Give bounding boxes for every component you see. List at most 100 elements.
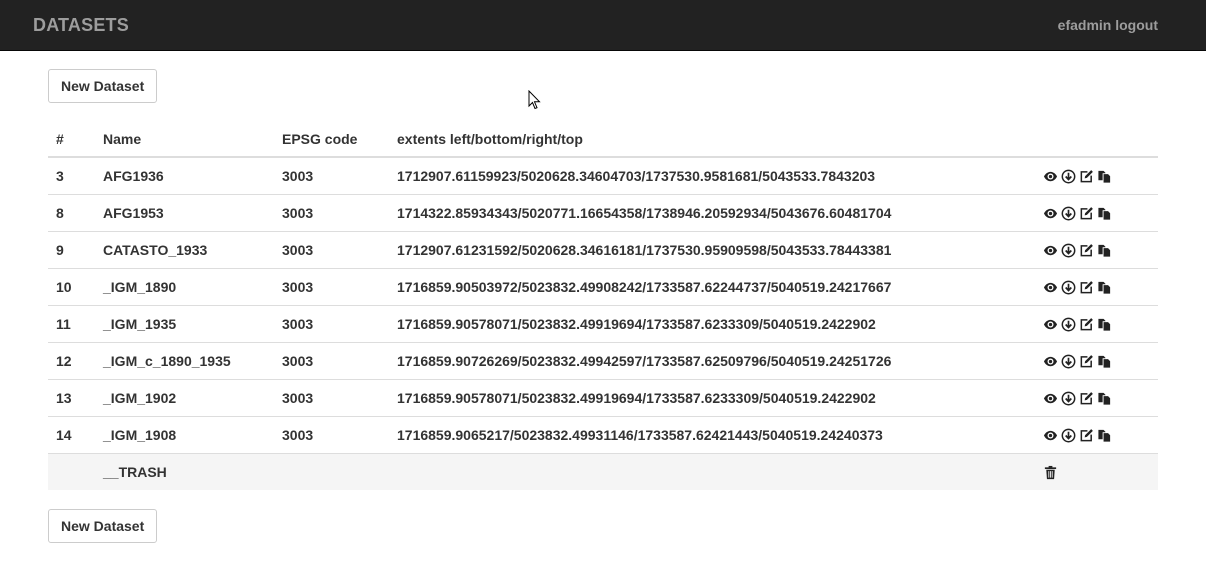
copy-icon[interactable] [1097,169,1112,184]
download-icon[interactable] [1061,317,1076,332]
cell-epsg: 3003 [274,416,389,454]
cell-name: _IGM_c_1890_1935 [95,342,274,380]
row-actions [1043,169,1150,184]
edit-icon[interactable] [1079,206,1094,221]
download-icon[interactable] [1061,169,1076,184]
edit-icon[interactable] [1079,169,1094,184]
download-icon[interactable] [1061,428,1076,443]
table-row: 11 _IGM_1935 3003 1716859.90578071/5023832.… [48,305,1158,343]
cell-epsg [274,453,389,490]
copy-icon[interactable] [1097,317,1112,332]
eye-icon[interactable] [1043,169,1058,184]
eye-icon[interactable] [1043,428,1058,443]
cell-actions [1035,416,1158,454]
table-row: 14 _IGM_1908 3003 1716859.9065217/5023832.4… [48,416,1158,454]
cell-actions [1035,379,1158,417]
new-dataset-button-top[interactable]: New Dataset [48,69,158,103]
cell-extents: 1716859.9065217/5023832.49931146/1733587… [389,416,1035,454]
header-epsg: EPSG code [274,121,389,158]
trash-row: __TRASH [48,453,1158,490]
download-icon[interactable] [1061,354,1076,369]
row-actions [1043,354,1150,369]
header-extents: extents left/bottom/right/top [389,121,1035,158]
trash-icon[interactable] [1043,465,1058,480]
cell-name: CATASTO_1933 [95,231,274,269]
username-link[interactable]: efadmin [1058,17,1112,33]
row-actions [1043,391,1150,406]
cell-id: 12 [48,342,95,380]
eye-icon[interactable] [1043,243,1058,258]
cell-extents: 1716859.90726269/5023832.49942597/173358… [389,342,1035,380]
eye-icon[interactable] [1043,354,1058,369]
table-row: 10 _IGM_1890 3003 1716859.90503972/5023832.… [48,268,1158,306]
cell-actions [1035,305,1158,343]
copy-icon[interactable] [1097,280,1112,295]
cell-name: _IGM_1935 [95,305,274,343]
cell-actions [1035,194,1158,232]
download-icon[interactable] [1061,243,1076,258]
cell-name: AFG1953 [95,194,274,232]
cell-epsg: 3003 [274,194,389,232]
row-actions [1043,317,1150,332]
copy-icon[interactable] [1097,391,1112,406]
cell-epsg: 3003 [274,379,389,417]
cell-actions [1035,453,1158,490]
table-row: 8 AFG1953 3003 1714322.85934343/5020771.166… [48,194,1158,232]
edit-icon[interactable] [1079,391,1094,406]
cell-extents: 1716859.90503972/5023832.49908242/173358… [389,268,1035,306]
new-dataset-button-bottom[interactable]: New Dataset [48,509,158,543]
cell-epsg: 3003 [274,231,389,269]
cell-actions [1035,231,1158,269]
table-body: 3 AFG1936 3003 1712907.61159923/5020628.346… [48,156,1158,490]
edit-icon[interactable] [1079,354,1094,369]
download-icon[interactable] [1061,280,1076,295]
row-actions [1043,428,1150,443]
top-navbar: DATASETS efadmin logout [0,0,1206,51]
cell-id: 10 [48,268,95,306]
copy-icon[interactable] [1097,206,1112,221]
cell-epsg: 3003 [274,268,389,306]
edit-icon[interactable] [1079,243,1094,258]
cell-id: 8 [48,194,95,232]
eye-icon[interactable] [1043,206,1058,221]
user-links: efadmin logout [1058,17,1158,33]
cell-id: 13 [48,379,95,417]
cell-id: 9 [48,231,95,269]
trash-name: __TRASH [95,453,274,490]
cell-actions [1035,268,1158,306]
header-name: Name [95,121,274,158]
table-row: 12 _IGM_c_1890_1935 3003 1716859.90726269/5… [48,342,1158,380]
download-icon[interactable] [1061,206,1076,221]
copy-icon[interactable] [1097,354,1112,369]
cell-actions [1035,156,1158,195]
cell-id [48,453,95,490]
row-actions [1043,465,1150,480]
cell-name: _IGM_1908 [95,416,274,454]
header-actions [1035,121,1158,158]
row-actions [1043,206,1150,221]
eye-icon[interactable] [1043,391,1058,406]
cell-name: _IGM_1890 [95,268,274,306]
table-row: 3 AFG1936 3003 1712907.61159923/5020628.346… [48,156,1158,195]
cell-epsg: 3003 [274,156,389,195]
cell-extents: 1714322.85934343/5020771.16654358/173894… [389,194,1035,232]
eye-icon[interactable] [1043,317,1058,332]
cell-id: 14 [48,416,95,454]
edit-icon[interactable] [1079,280,1094,295]
copy-icon[interactable] [1097,428,1112,443]
edit-icon[interactable] [1079,317,1094,332]
edit-icon[interactable] [1079,428,1094,443]
table-row: 9 CATASTO_1933 3003 1712907.61231592/502062… [48,231,1158,269]
cell-epsg: 3003 [274,342,389,380]
logout-link[interactable]: logout [1115,17,1158,33]
cell-id: 3 [48,156,95,195]
brand-title[interactable]: DATASETS [33,15,129,36]
table-header-row: # Name EPSG code extents left/bottom/rig… [48,121,1158,158]
header-id: # [48,121,95,158]
eye-icon[interactable] [1043,280,1058,295]
cell-extents [389,453,1035,490]
copy-icon[interactable] [1097,243,1112,258]
cell-extents: 1716859.90578071/5023832.49919694/173358… [389,379,1035,417]
cell-name: _IGM_1902 [95,379,274,417]
download-icon[interactable] [1061,391,1076,406]
